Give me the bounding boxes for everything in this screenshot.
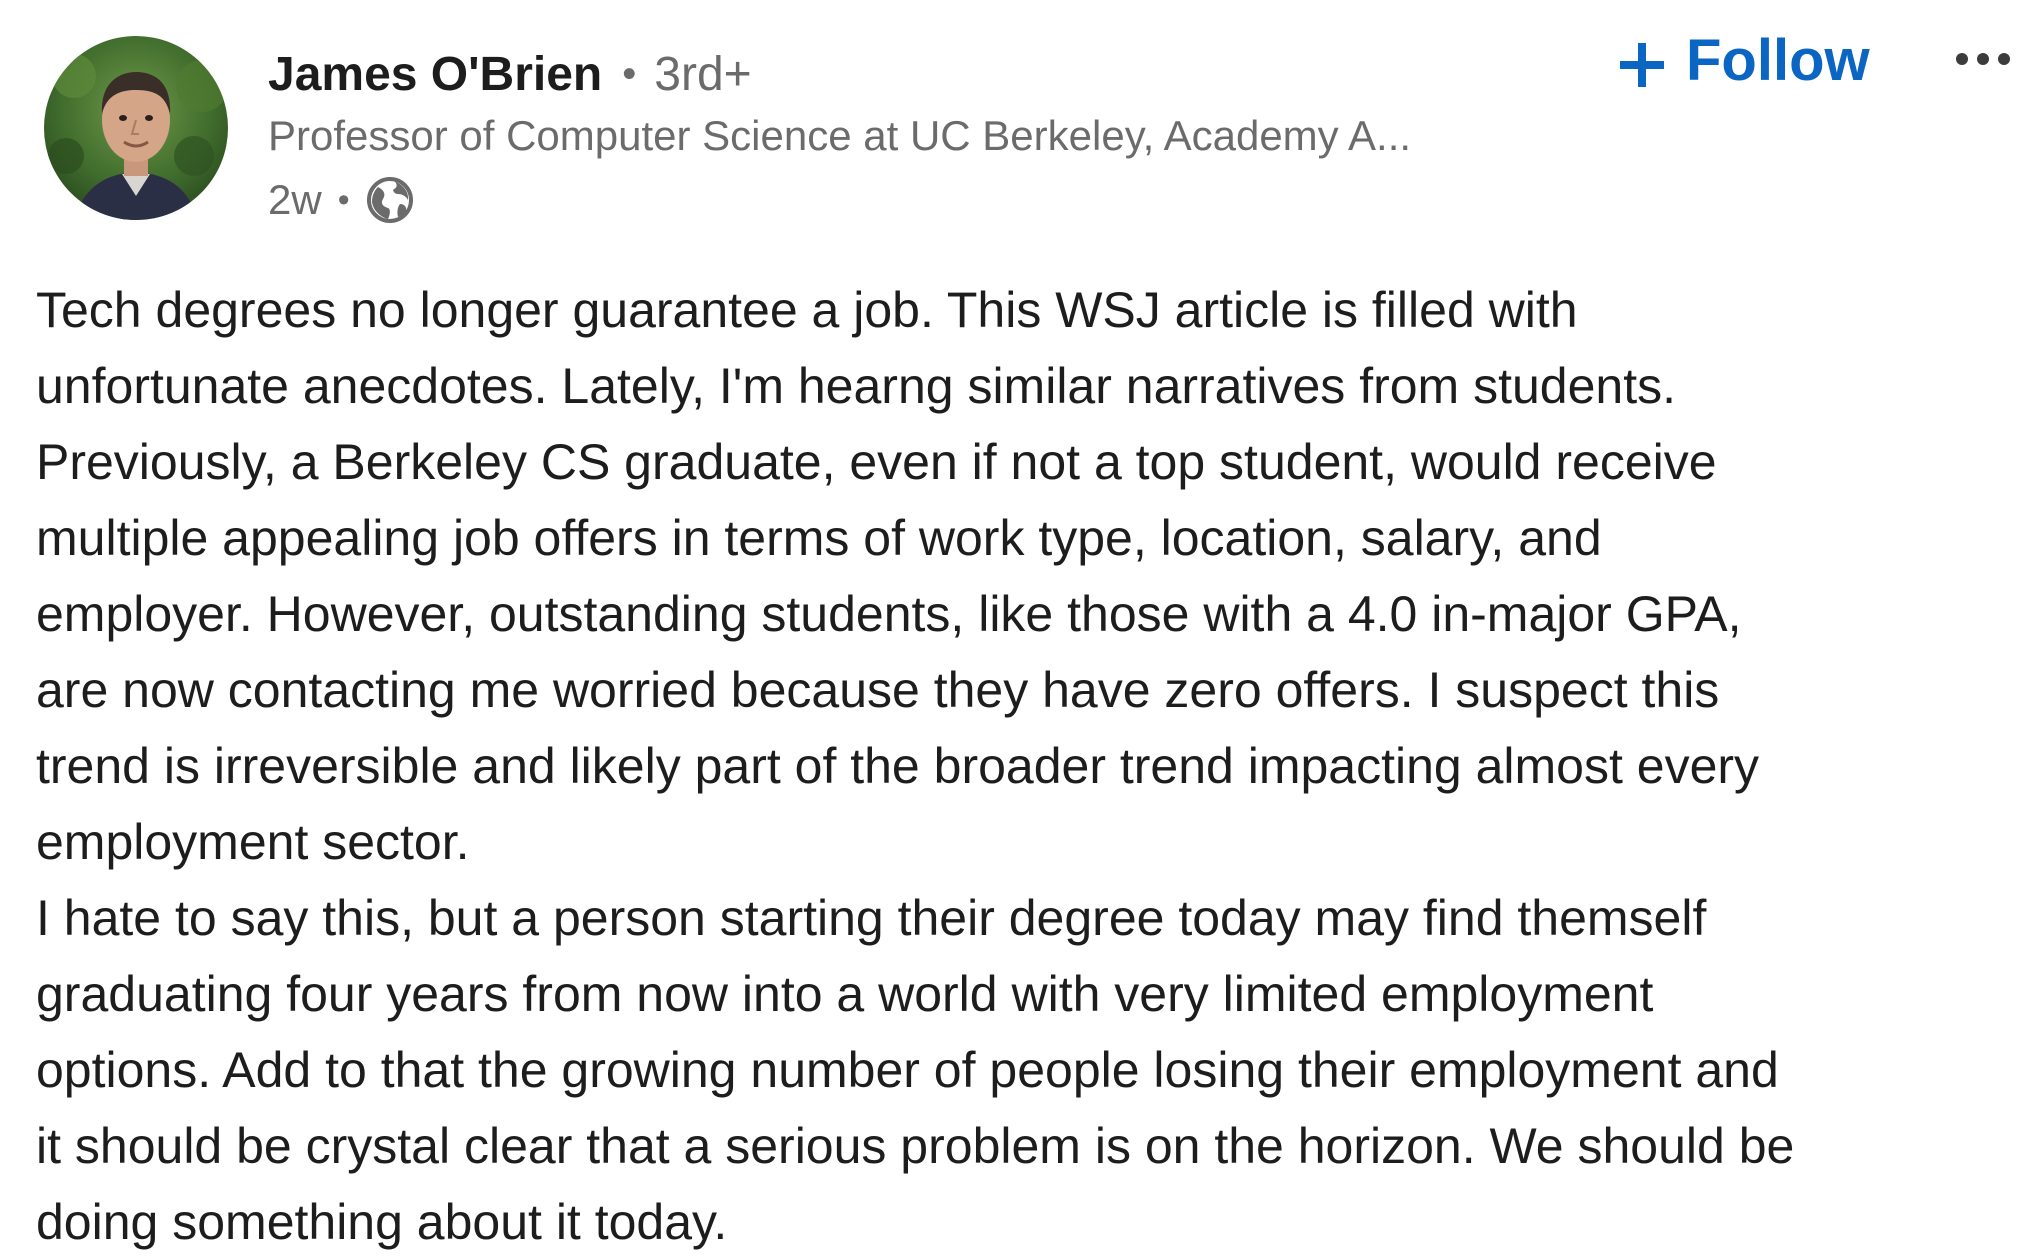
post-text-line: employer. However, outstanding students,… bbox=[36, 586, 1742, 642]
post-text-line: employment sector. bbox=[36, 814, 470, 870]
follow-button[interactable]: Follow bbox=[1618, 27, 1870, 93]
more-options-icon[interactable] bbox=[1948, 34, 2028, 84]
author-avatar[interactable] bbox=[44, 36, 228, 220]
post-text-line: Tech degrees no longer guarantee a job. … bbox=[36, 282, 1578, 338]
post-text-line: unfortunate anecdotes. Lately, I'm hearn… bbox=[36, 358, 1676, 414]
post-body: Tech degrees no longer guarantee a job. … bbox=[36, 272, 2026, 1260]
post-text-line: it should be crystal clear that a seriou… bbox=[36, 1118, 1795, 1174]
follow-label: Follow bbox=[1686, 27, 1870, 93]
post-text-line: I hate to say this, but a person startin… bbox=[36, 890, 1707, 946]
linkedin-post: James O'Brien • 3rd+ Professor of Comput… bbox=[0, 0, 2044, 1258]
separator-dot: • bbox=[622, 51, 637, 96]
post-text-line: graduating four years from now into a wo… bbox=[36, 966, 1654, 1022]
author-name[interactable]: James O'Brien bbox=[268, 47, 602, 102]
globe-icon bbox=[364, 174, 416, 226]
post-timestamp[interactable]: 2w bbox=[268, 176, 322, 224]
author-headline: Professor of Computer Science at UC Berk… bbox=[268, 112, 1412, 159]
post-text-line: are now contacting me worried because th… bbox=[36, 662, 1720, 718]
post-text-line: trend is irreversible and likely part of… bbox=[36, 738, 1760, 794]
post-text-line: doing something about it today. bbox=[36, 1194, 728, 1250]
post-text-line: multiple appealing job offers in terms o… bbox=[36, 510, 1602, 566]
connection-degree: 3rd+ bbox=[654, 47, 752, 101]
author-name-row: James O'Brien • 3rd+ bbox=[268, 44, 752, 104]
post-text-line: options. Add to that the growing number … bbox=[36, 1042, 1779, 1098]
plus-icon bbox=[1618, 36, 1666, 87]
separator-dot: • bbox=[337, 180, 350, 219]
post-meta: 2w • bbox=[268, 172, 416, 228]
profile-photo-icon bbox=[44, 36, 228, 220]
post-text-line: Previously, a Berkeley CS graduate, even… bbox=[36, 434, 1717, 490]
